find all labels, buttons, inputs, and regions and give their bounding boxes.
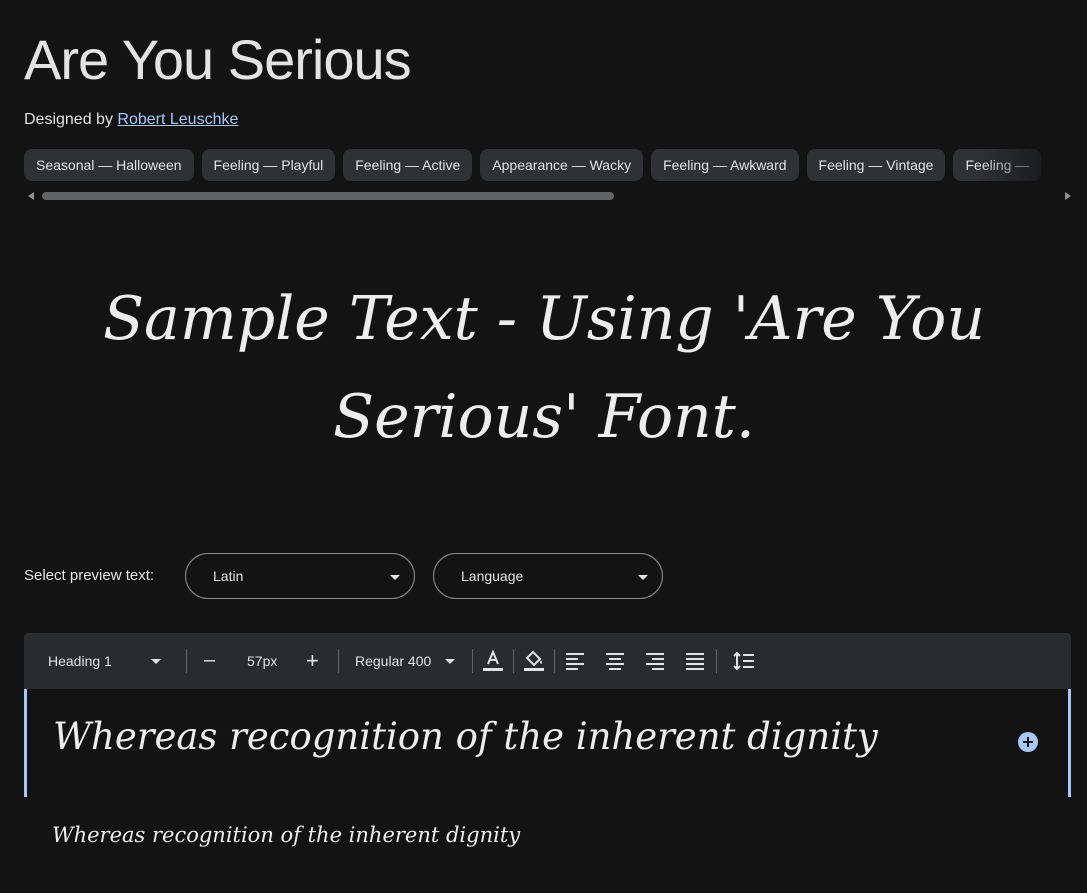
editor-toolbar: Heading 1 – 57px + Regular 400: [24, 633, 1071, 689]
script-select-value: Latin: [213, 568, 244, 584]
tag-list: Seasonal — Halloween Feeling — Playful Fee…: [24, 149, 1087, 182]
chevron-down-icon[interactable]: [445, 659, 455, 664]
toolbar-divider: [716, 649, 717, 673]
line-height-icon[interactable]: [733, 651, 755, 671]
tag-chip[interactable]: Feeling — Active: [343, 149, 473, 181]
size-increase-button[interactable]: +: [306, 648, 319, 674]
font-specimen-page: Are You Serious Designed by Robert Leusc…: [0, 0, 1087, 893]
align-center-icon[interactable]: [605, 652, 625, 670]
chevron-down-icon: [638, 575, 648, 580]
align-justify-icon[interactable]: [685, 652, 705, 670]
toolbar-divider: [513, 649, 514, 673]
chevron-down-icon[interactable]: [151, 659, 161, 664]
add-circle-icon[interactable]: [1018, 732, 1038, 752]
designed-by-label: Designed by: [24, 111, 113, 128]
scroll-left-arrow-icon[interactable]: [28, 192, 34, 200]
designer-line: Designed by Robert Leuschke: [24, 111, 238, 129]
editor-row-active[interactable]: Whereas recognition of the inherent dign…: [24, 689, 1071, 797]
tag-chip[interactable]: Feeling — Awkward: [651, 149, 799, 181]
align-left-icon[interactable]: [565, 652, 585, 670]
language-select-value: Language: [461, 568, 524, 584]
toolbar-divider: [472, 649, 473, 673]
tag-chip[interactable]: Appearance — Wacky: [480, 149, 644, 181]
font-size-value[interactable]: 57px: [247, 653, 277, 669]
style-select-value: Heading 1: [48, 653, 112, 669]
tag-chip[interactable]: Feeling — Vintage: [806, 149, 946, 181]
weight-select-value: Regular 400: [355, 653, 432, 669]
highlight-color-icon[interactable]: [523, 649, 545, 673]
toolbar-divider: [338, 649, 339, 673]
align-right-icon[interactable]: [645, 652, 665, 670]
editor-row-text[interactable]: Whereas recognition of the inherent dign…: [53, 715, 878, 758]
toolbar-divider: [186, 649, 187, 673]
preview-text-label: Select preview text:: [24, 567, 155, 584]
scroll-right-arrow-icon[interactable]: [1065, 192, 1071, 200]
size-decrease-button[interactable]: –: [204, 649, 215, 672]
tag-chip[interactable]: Seasonal — Halloween: [24, 149, 194, 181]
tag-list-fade: [977, 149, 1087, 182]
style-select[interactable]: Heading 1: [48, 653, 112, 669]
weight-select[interactable]: Regular 400: [355, 653, 431, 669]
scrollbar-thumb[interactable]: [42, 192, 614, 200]
language-select[interactable]: Language: [433, 553, 663, 599]
editor-row-text[interactable]: Whereas recognition of the inherent dign…: [52, 823, 520, 847]
sample-text: Sample Text - Using 'Are You Serious' Fo…: [102, 284, 986, 452]
toolbar-divider: [554, 649, 555, 673]
text-color-icon[interactable]: [482, 649, 504, 673]
font-title: Are You Serious: [24, 28, 412, 91]
tag-chip[interactable]: Feeling — Playful: [201, 149, 336, 181]
script-select[interactable]: Latin: [185, 553, 415, 599]
chevron-down-icon: [390, 575, 400, 580]
tag-scrollbar[interactable]: [24, 190, 1071, 202]
designer-link[interactable]: Robert Leuschke: [117, 111, 238, 128]
